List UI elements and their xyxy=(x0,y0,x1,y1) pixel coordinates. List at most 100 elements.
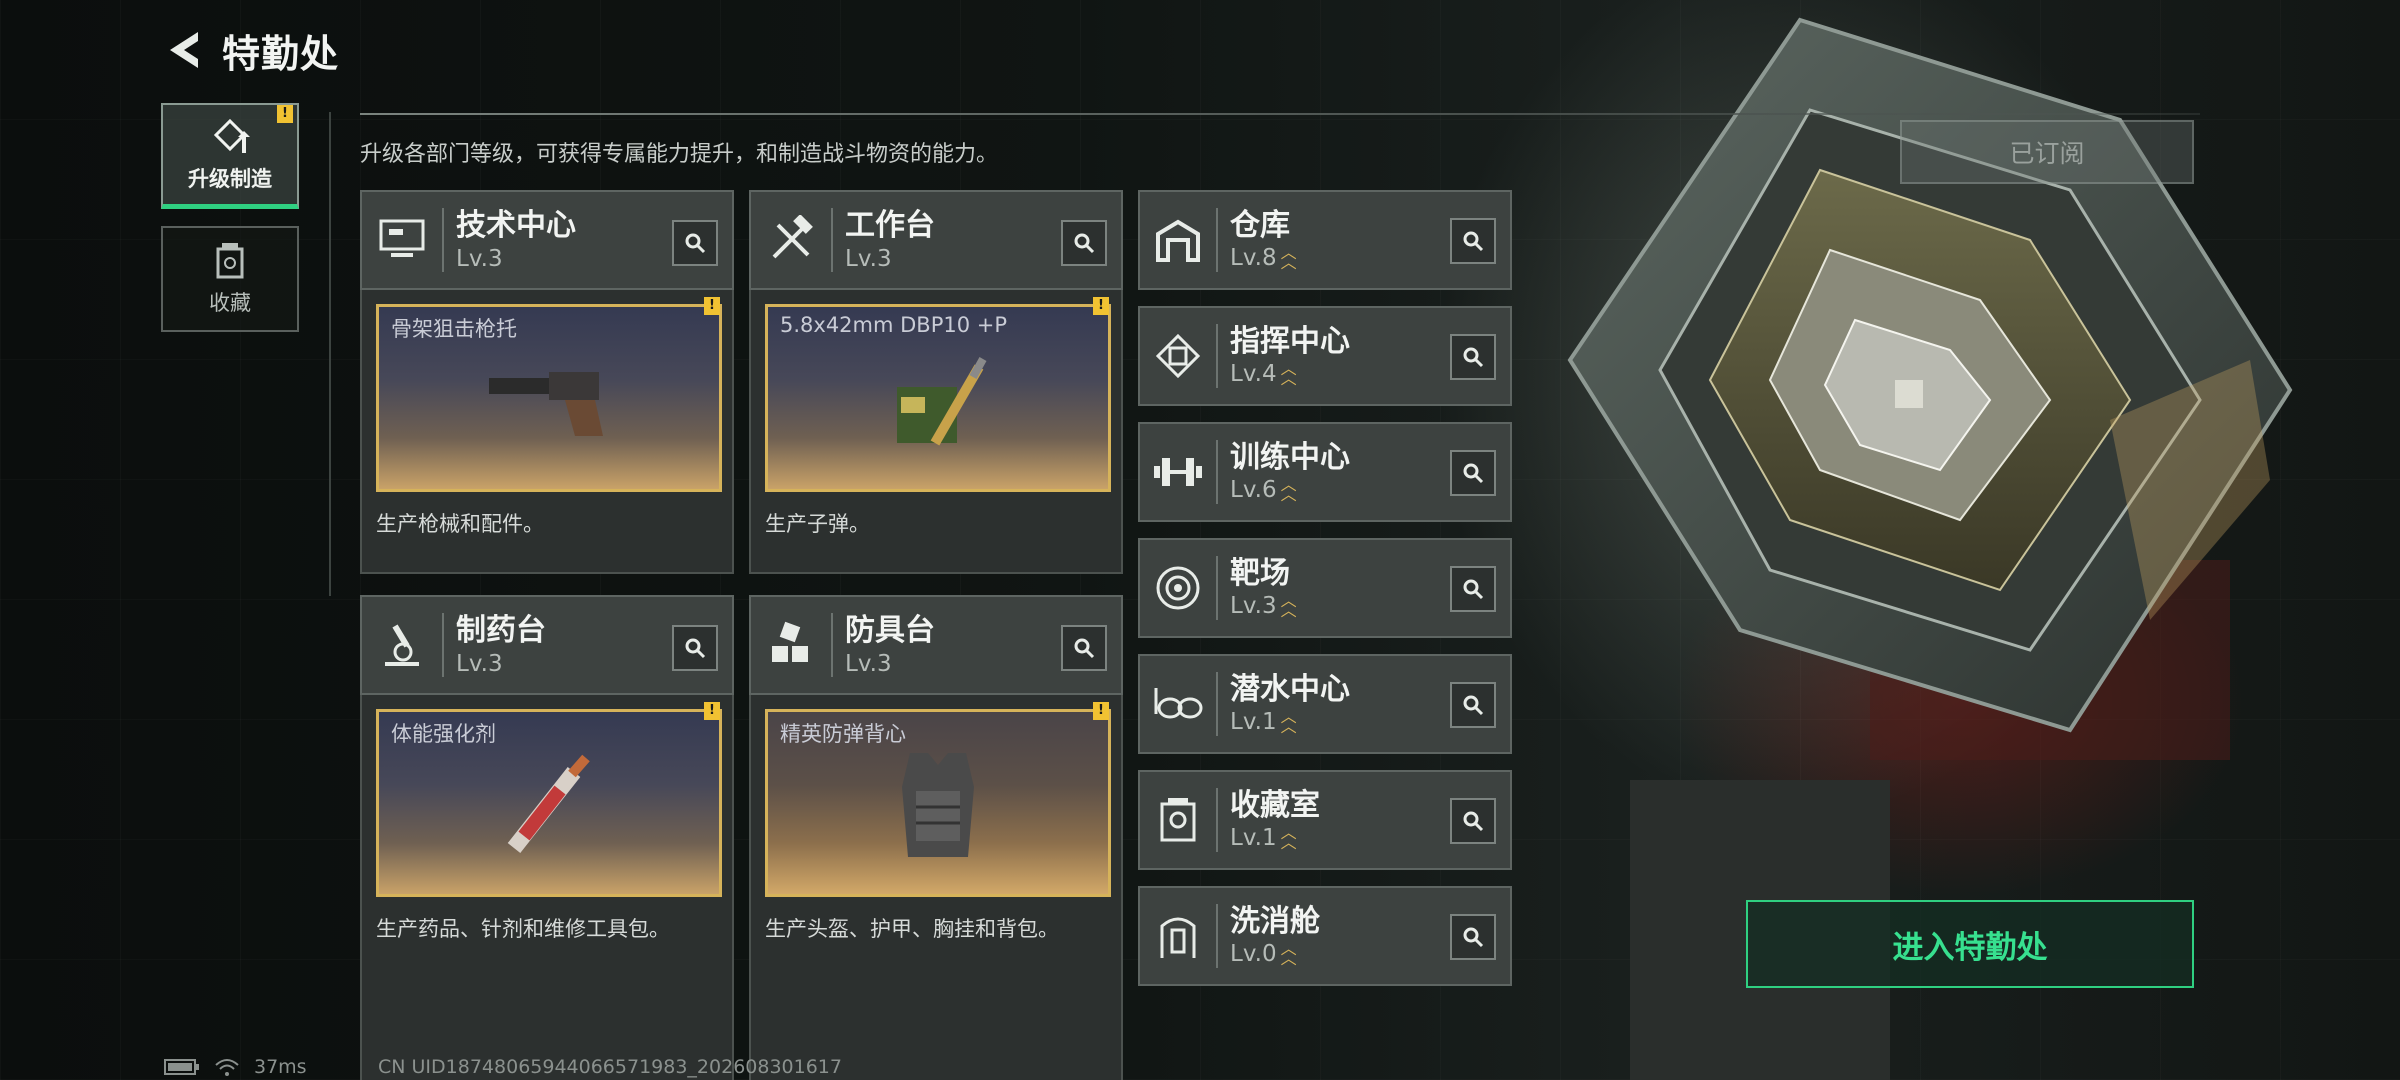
upgrade-chevron-icon: ︿ ︿ xyxy=(1280,243,1297,272)
wifi-icon xyxy=(215,1059,239,1076)
upgrade-icon xyxy=(213,118,250,153)
facility-card-tech-center: 技术中心 Lv.3 骨架狙击枪托 ! 生产枪械和配件。 xyxy=(360,190,734,574)
warehouse-icon xyxy=(1150,212,1206,268)
facility-name: 工作台 xyxy=(845,208,935,243)
craft-item-slot[interactable]: 体能强化剂 ! xyxy=(376,702,722,897)
item-name: 精英防弹背心 xyxy=(780,722,906,746)
facility-level: Lv.3 xyxy=(845,651,892,677)
facility-header[interactable]: 技术中心 Lv.3 xyxy=(360,190,734,290)
search-icon xyxy=(1463,695,1484,716)
search-button[interactable] xyxy=(1450,682,1496,728)
search-icon xyxy=(1463,231,1484,252)
facility-level: Lv.1 xyxy=(1230,825,1277,851)
tab-collection[interactable]: 收藏 xyxy=(161,226,299,332)
search-button[interactable] xyxy=(1450,334,1496,380)
separator xyxy=(442,613,444,677)
facility-level: Lv.8 xyxy=(1230,245,1277,271)
upgrade-chevron-icon: ︿ ︿ xyxy=(1280,359,1297,388)
separator xyxy=(831,613,833,677)
separator xyxy=(1216,788,1218,852)
facility-row-training-center[interactable]: 训练中心 Lv.6 ︿ ︿ xyxy=(1138,422,1512,522)
battery-icon xyxy=(164,1059,199,1075)
craft-item-slot[interactable]: 5.8x42mm DBP10 +P ! xyxy=(765,297,1111,492)
target-icon xyxy=(1150,560,1206,616)
craft-item-slot[interactable]: 骨架狙击枪托 ! xyxy=(376,297,722,492)
separator xyxy=(442,208,444,272)
collection-icon xyxy=(216,243,244,279)
top-divider xyxy=(360,113,2200,115)
upgrade-chevron-icon: ︿ ︿ xyxy=(1280,475,1297,504)
monitor-icon xyxy=(374,212,430,268)
search-icon xyxy=(1074,233,1095,254)
search-icon xyxy=(1074,638,1095,659)
search-icon xyxy=(685,233,706,254)
tab-upgrade-craft[interactable]: ! 升级制造 xyxy=(161,103,299,209)
facility-name: 训练中心 xyxy=(1230,440,1350,475)
search-icon xyxy=(685,638,706,659)
upgrade-chevron-icon: ︿ ︿ xyxy=(1280,591,1297,620)
user-uid: CN UID18748065944066571983_202608301617 xyxy=(378,1056,842,1078)
facility-row-warehouse[interactable]: 仓库 Lv.8 ︿ ︿ xyxy=(1138,190,1512,290)
facility-name: 技术中心 xyxy=(456,208,576,243)
facility-name: 防具台 xyxy=(845,613,935,648)
notification-badge: ! xyxy=(704,702,720,720)
search-button[interactable] xyxy=(672,625,718,671)
facility-header[interactable]: 工作台 Lv.3 xyxy=(749,190,1123,290)
side-divider xyxy=(329,112,331,596)
tab-label: 升级制造 xyxy=(188,166,272,191)
separator xyxy=(1216,440,1218,504)
item-name: 骨架狙击枪托 xyxy=(391,317,517,341)
tools-icon xyxy=(763,212,819,268)
facility-level: Lv.3 xyxy=(456,651,503,677)
search-button[interactable] xyxy=(1450,450,1496,496)
boxes-icon xyxy=(763,617,819,673)
upgrade-chevron-icon: ︿ ︿ xyxy=(1280,707,1297,736)
facility-description: 生产枪械和配件。 xyxy=(376,512,544,536)
facility-row-decon-chamber[interactable]: 洗消舱 Lv.0 ︿ ︿ xyxy=(1138,886,1512,986)
facility-level: Lv.6 xyxy=(1230,477,1277,503)
craft-item-slot[interactable]: 精英防弹背心 ! xyxy=(765,702,1111,897)
facility-card-armor: 防具台 Lv.3 精英防弹背心 ! 生产头盔、护甲、胸挂和背包。 xyxy=(749,595,1123,1080)
enter-special-ops-button[interactable]: 进入特勤处 xyxy=(1746,900,2194,988)
facility-card-pharmacy: 制药台 Lv.3 体能强化剂 ! 生产药品、针剂和维修工具包。 xyxy=(360,595,734,1080)
facility-row-collection-room[interactable]: 收藏室 Lv.1 ︿ ︿ xyxy=(1138,770,1512,870)
subscribed-button[interactable]: 已订阅 xyxy=(1900,120,2194,184)
separator xyxy=(1216,556,1218,620)
notification-badge: ! xyxy=(277,105,293,123)
upgrade-chevron-icon: ︿ ︿ xyxy=(1280,939,1297,968)
facility-row-shooting-range[interactable]: 靶场 Lv.3 ︿ ︿ xyxy=(1138,538,1512,638)
search-icon xyxy=(1463,811,1484,832)
facility-name: 潜水中心 xyxy=(1230,672,1350,707)
facility-name: 洗消舱 xyxy=(1230,904,1320,939)
rifle-stock-icon xyxy=(489,371,603,436)
facility-body: 精英防弹背心 ! 生产头盔、护甲、胸挂和背包。 xyxy=(749,695,1123,1080)
search-button[interactable] xyxy=(1450,566,1496,612)
microscope-icon xyxy=(374,617,430,673)
facility-description: 生产子弹。 xyxy=(765,512,870,536)
facility-level: Lv.1 xyxy=(1230,709,1277,735)
search-button[interactable] xyxy=(1450,218,1496,264)
back-button[interactable] xyxy=(160,26,208,74)
separator xyxy=(1216,324,1218,388)
ammo-box-icon xyxy=(897,356,987,446)
search-button[interactable] xyxy=(1450,798,1496,844)
facility-header[interactable]: 制药台 Lv.3 xyxy=(360,595,734,695)
search-icon xyxy=(1463,347,1484,368)
search-button[interactable] xyxy=(1061,625,1107,671)
page-header: 特勤处 xyxy=(160,22,339,78)
facility-level: Lv.3 xyxy=(1230,593,1277,619)
facility-header[interactable]: 防具台 Lv.3 xyxy=(749,595,1123,695)
facility-row-diving-center[interactable]: 潜水中心 Lv.1 ︿ ︿ xyxy=(1138,654,1512,754)
facility-body: 5.8x42mm DBP10 +P ! 生产子弹。 xyxy=(749,290,1123,574)
dumbbell-icon xyxy=(1150,444,1206,500)
search-button[interactable] xyxy=(1450,914,1496,960)
ping-value: 37ms xyxy=(254,1056,307,1078)
separator xyxy=(1216,208,1218,272)
search-button[interactable] xyxy=(1061,220,1107,266)
vest-icon xyxy=(902,752,974,857)
item-name: 体能强化剂 xyxy=(391,722,496,746)
search-button[interactable] xyxy=(672,220,718,266)
facility-body: 骨架狙击枪托 ! 生产枪械和配件。 xyxy=(360,290,734,574)
back-arrow-icon xyxy=(170,32,198,68)
facility-row-command-center[interactable]: 指挥中心 Lv.4 ︿ ︿ xyxy=(1138,306,1512,406)
